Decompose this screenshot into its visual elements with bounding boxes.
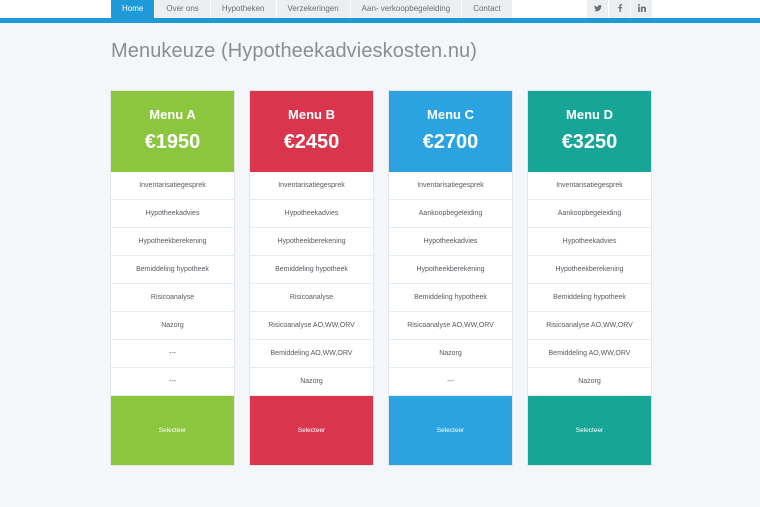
plan-header: Menu A €1950 [111, 91, 234, 172]
plan-feature: Aankoopbegeleiding [389, 200, 512, 228]
select-button-menu-b[interactable]: Selecteer [250, 396, 373, 465]
select-button-label: Selecteer [297, 427, 326, 434]
nav-item-aan-verkoopbegeleiding[interactable]: Aan- verkoopbegeleiding [350, 0, 462, 18]
plan-header: Menu B €2450 [250, 91, 373, 172]
plan-feature: Nazorg [528, 368, 651, 396]
plan-feature: Aankoopbegeleiding [528, 200, 651, 228]
select-button-menu-a[interactable]: Selecteer [111, 396, 234, 465]
plan-name: Menu D [566, 107, 613, 122]
plan-feature: Nazorg [250, 368, 373, 396]
pricing-plans: Menu A €1950 Inventarisatiegesprek Hypot… [111, 91, 651, 465]
select-button-label: Selecteer [158, 427, 187, 434]
select-button-label: Selecteer [575, 427, 604, 434]
plan-feature: Hypotheekadvies [250, 200, 373, 228]
plan-feature: Bemiddeling hypotheek [250, 256, 373, 284]
plan-feature: Hypotheekadvies [528, 228, 651, 256]
nav-item-contact[interactable]: Contact [462, 0, 512, 18]
select-button-menu-c[interactable]: Selecteer [389, 396, 512, 465]
plan-feature: Bemiddeling AO,WW,ORV [250, 340, 373, 368]
nav-item-verzekeringen[interactable]: Verzekeringen [276, 0, 350, 18]
plan-price: €2450 [283, 131, 340, 153]
plan-feature: Risicoanalyse AO,WW,ORV [528, 312, 651, 340]
plan-feature: Risicoanalyse [111, 284, 234, 312]
plan-feature: Inventarisatiegesprek [111, 172, 234, 200]
plan-feature: Nazorg [389, 340, 512, 368]
plan-feature: Hypotheekadvies [111, 200, 234, 228]
plan-feature: Hypotheekberekening [528, 256, 651, 284]
plan-feature: Hypotheekadvies [389, 228, 512, 256]
plan-feature: Risicoanalyse [250, 284, 373, 312]
plan-card-menu-c: Menu C €2700 Inventarisatiegesprek Aanko… [389, 91, 512, 465]
plan-card-menu-a: Menu A €1950 Inventarisatiegesprek Hypot… [111, 91, 234, 465]
plan-name: Menu B [288, 107, 335, 122]
nav-item-home[interactable]: Home [111, 0, 155, 18]
plan-feature: Inventarisatiegesprek [528, 172, 651, 200]
plan-card-menu-b: Menu B €2450 Inventarisatiegesprek Hypot… [250, 91, 373, 465]
plan-feature: Bemiddeling hypotheek [389, 284, 512, 312]
main-nav: Home Over ons Hypotheken Verzekeringen A… [111, 0, 513, 18]
plan-feature: Bemiddeling hypotheek [528, 284, 651, 312]
plan-feature: --- [111, 368, 234, 396]
plan-feature: Risicoanalyse AO,WW,ORV [250, 312, 373, 340]
header-accent-strip [0, 18, 760, 23]
linkedin-icon[interactable] [631, 0, 652, 18]
plan-feature: Hypotheekberekening [250, 228, 373, 256]
social-links [586, 0, 652, 18]
nav-item-hypotheken[interactable]: Hypotheken [210, 0, 276, 18]
plan-feature: --- [111, 340, 234, 368]
nav-item-over-ons[interactable]: Over ons [155, 0, 210, 18]
plan-feature: Bemiddeling AO,WW,ORV [528, 340, 651, 368]
plan-price: €3250 [561, 131, 618, 153]
plan-feature: Risicoanalyse AO,WW,ORV [389, 312, 512, 340]
plan-name: Menu C [427, 107, 474, 122]
plan-feature: Bemiddeling hypotheek [111, 256, 234, 284]
plan-feature: Inventarisatiegesprek [250, 172, 373, 200]
top-navbar: Home Over ons Hypotheken Verzekeringen A… [0, 0, 760, 18]
twitter-icon[interactable] [587, 0, 608, 18]
plan-price: €2700 [422, 131, 479, 153]
facebook-icon[interactable] [609, 0, 630, 18]
plan-feature: Hypotheekberekening [389, 256, 512, 284]
plan-name: Menu A [149, 107, 196, 122]
plan-feature: Nazorg [111, 312, 234, 340]
select-button-menu-d[interactable]: Selecteer [528, 396, 651, 465]
plan-price: €1950 [144, 131, 201, 153]
select-button-label: Selecteer [436, 427, 465, 434]
plan-feature: Inventarisatiegesprek [389, 172, 512, 200]
plan-header: Menu C €2700 [389, 91, 512, 172]
plan-header: Menu D €3250 [528, 91, 651, 172]
plan-feature: --- [389, 368, 512, 396]
page-title: Menukeuze (Hypotheekadvieskosten.nu) [111, 40, 478, 62]
plan-feature: Hypotheekberekening [111, 228, 234, 256]
plan-card-menu-d: Menu D €3250 Inventarisatiegesprek Aanko… [528, 91, 651, 465]
